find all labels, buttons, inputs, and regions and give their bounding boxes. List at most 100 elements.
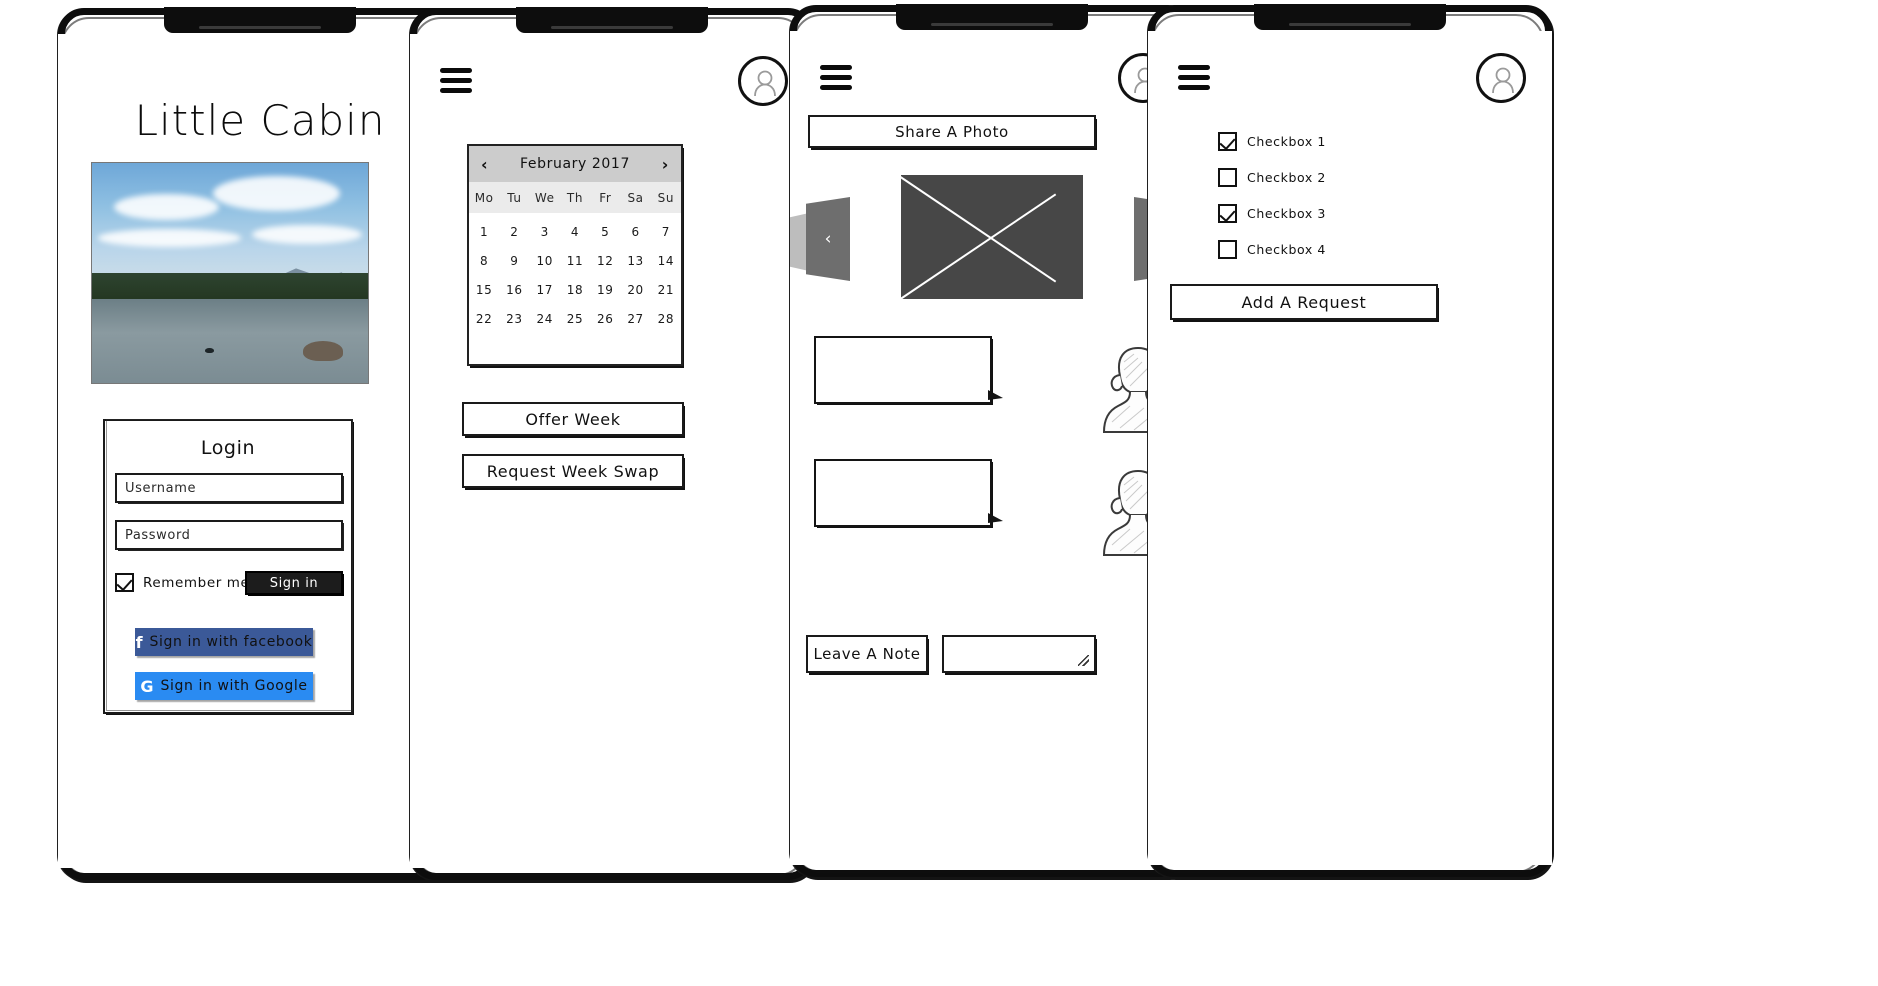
checkbox-2[interactable]	[1218, 167, 1237, 187]
request-week-swap-button[interactable]: Request Week Swap	[462, 454, 684, 488]
requests-screen: Checkbox 1 Checkbox 2 Checkbox 3 Checkbo…	[1148, 31, 1552, 865]
message-bubble[interactable]	[814, 336, 1003, 404]
photo-duck	[205, 347, 215, 353]
checkbox-3[interactable]	[1218, 203, 1237, 223]
calendar-day[interactable]: 7	[651, 225, 681, 239]
checkbox-2-label: Checkbox 2	[1247, 169, 1326, 185]
calendar-day-grid: 1 2 3 4 5 6 7 8 9 10 11 12 13 14 15 16 1	[469, 213, 681, 333]
calendar-next-month-button[interactable]: ›	[662, 155, 669, 174]
app-header	[1148, 49, 1552, 111]
calendar-day[interactable]: 16	[499, 283, 529, 297]
phone-frame-feed: Share A Photo ‹ ›	[790, 4, 1194, 877]
calendar-day[interactable]: 24	[530, 312, 560, 326]
calendar-day[interactable]: 9	[499, 254, 529, 268]
calendar-day[interactable]: 1	[469, 225, 499, 239]
calendar-day[interactable]: 18	[560, 283, 590, 297]
calendar-day[interactable]: 10	[530, 254, 560, 268]
lake-photo	[91, 162, 369, 384]
feed-screen: Share A Photo ‹ ›	[790, 31, 1194, 865]
checkbox-row-3[interactable]: Checkbox 3	[1218, 195, 1438, 231]
photo-cloud	[97, 229, 242, 247]
weekday-label: Tu	[507, 190, 522, 205]
facebook-label: Sign in with facebook	[149, 634, 313, 650]
calendar-screen: ‹ February 2017 › Mo Tu We Th Fr Sa Su 1…	[410, 34, 814, 868]
google-label: Sign in with Google	[160, 678, 308, 694]
note-textarea[interactable]	[942, 635, 1096, 673]
carousel-image-placeholder[interactable]	[901, 175, 1083, 299]
calendar-day[interactable]: 22	[469, 312, 499, 326]
checkbox-row-2[interactable]: Checkbox 2	[1218, 159, 1438, 195]
login-card: Login Username Password Remember me Sign…	[103, 419, 353, 714]
message-bubble[interactable]	[814, 459, 1003, 527]
calendar-day[interactable]: 12	[590, 254, 620, 268]
calendar-day[interactable]: 21	[651, 283, 681, 297]
phone-frame-requests: Checkbox 1 Checkbox 2 Checkbox 3 Checkbo…	[1148, 4, 1552, 877]
message-row	[806, 459, 1182, 561]
remember-me-row[interactable]: Remember me	[115, 573, 249, 592]
calendar-day[interactable]: 5	[590, 225, 620, 239]
calendar-day[interactable]: 14	[651, 254, 681, 268]
calendar-day[interactable]: 13	[620, 254, 650, 268]
login-title: Login	[200, 437, 256, 459]
checkbox-4-label: Checkbox 4	[1247, 241, 1326, 257]
calendar-day[interactable]: 19	[590, 283, 620, 297]
hamburger-menu-icon[interactable]	[1178, 65, 1210, 91]
weekday-label: Mo	[474, 190, 494, 205]
sign-in-button[interactable]: Sign in	[245, 571, 343, 595]
user-avatar-icon[interactable]	[738, 56, 788, 106]
calendar-day[interactable]: 25	[560, 312, 590, 326]
weekday-label: Fr	[599, 190, 612, 205]
share-a-photo-button[interactable]: Share A Photo	[808, 115, 1096, 148]
weekday-label: Th	[566, 190, 584, 205]
facebook-icon: f	[135, 632, 143, 652]
carousel-prev-button[interactable]: ‹	[806, 197, 850, 281]
photo-rock	[303, 341, 344, 362]
calendar-day[interactable]: 17	[530, 283, 560, 297]
hamburger-menu-icon[interactable]	[440, 68, 472, 94]
password-input[interactable]: Password	[115, 520, 343, 550]
message-row	[806, 336, 1182, 438]
photo-carousel: ‹ ›	[790, 173, 1194, 309]
calendar-day[interactable]: 3	[530, 225, 560, 239]
wireframe-canvas: Little Cabin Login Username Password Rem…	[0, 0, 1878, 986]
phone-notch	[896, 4, 1088, 30]
avatar-glyph	[754, 70, 776, 97]
user-avatar-icon[interactable]	[1476, 53, 1526, 103]
calendar-day[interactable]: 23	[499, 312, 529, 326]
calendar-month-label: February 2017	[520, 156, 630, 172]
leave-note-row: Leave A Note	[806, 631, 1096, 675]
calendar-day[interactable]: 2	[499, 225, 529, 239]
google-sign-in-button[interactable]: G Sign in with Google	[135, 672, 313, 700]
calendar-day[interactable]: 6	[620, 225, 650, 239]
weekday-label: Su	[657, 190, 675, 205]
calendar-day[interactable]: 11	[560, 254, 590, 268]
calendar-day[interactable]: 20	[620, 283, 650, 297]
phone-frame-login: Little Cabin Login Username Password Rem…	[58, 7, 462, 880]
remember-me-checkbox[interactable]	[115, 573, 134, 592]
calendar-day[interactable]: 28	[651, 312, 681, 326]
facebook-sign-in-button[interactable]: f Sign in with facebook	[135, 628, 313, 656]
calendar-day[interactable]: 27	[620, 312, 650, 326]
username-input[interactable]: Username	[115, 473, 343, 503]
leave-a-note-button[interactable]: Leave A Note	[806, 635, 928, 673]
checkbox-4[interactable]	[1218, 239, 1237, 259]
checkbox-1[interactable]	[1218, 131, 1237, 151]
phone-notch	[1254, 4, 1446, 30]
page-title: Little Cabin	[134, 96, 386, 145]
weekday-label: We	[534, 190, 555, 205]
app-header	[410, 52, 814, 114]
calendar-day[interactable]: 8	[469, 254, 499, 268]
add-a-request-button[interactable]: Add A Request	[1170, 284, 1438, 320]
checkbox-row-1[interactable]: Checkbox 1	[1218, 123, 1438, 159]
photo-cloud	[114, 193, 219, 221]
calendar-prev-month-button[interactable]: ‹	[481, 155, 488, 174]
app-header	[790, 49, 1194, 111]
calendar-day[interactable]: 15	[469, 283, 499, 297]
calendar-day[interactable]: 26	[590, 312, 620, 326]
checkbox-1-label: Checkbox 1	[1247, 133, 1326, 149]
phone-notch	[516, 7, 708, 33]
checkbox-row-4[interactable]: Checkbox 4	[1218, 231, 1438, 267]
offer-week-button[interactable]: Offer Week	[462, 402, 684, 436]
calendar-day[interactable]: 4	[560, 225, 590, 239]
hamburger-menu-icon[interactable]	[820, 65, 852, 91]
